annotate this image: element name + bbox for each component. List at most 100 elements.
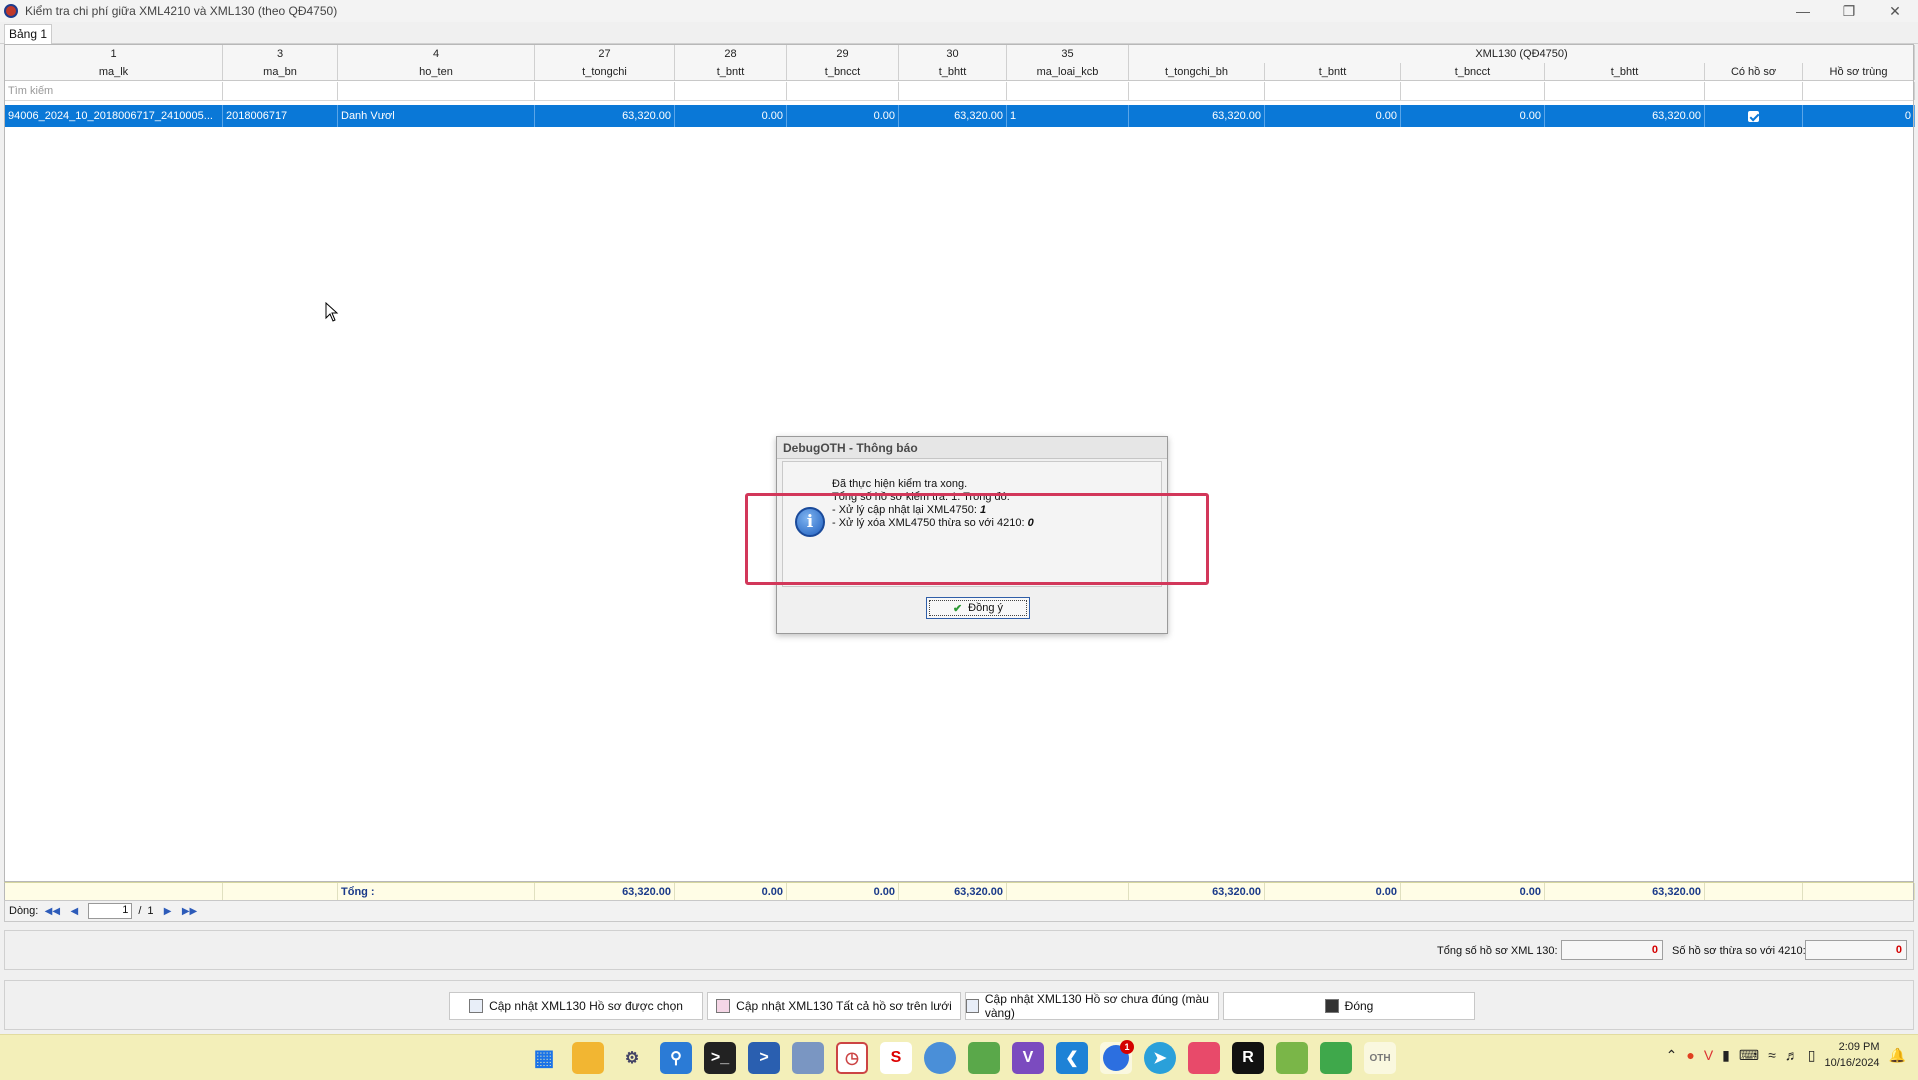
column-header[interactable]: t_bntt (1265, 63, 1401, 80)
search-cell[interactable] (1401, 82, 1545, 100)
search-cell[interactable] (338, 82, 535, 100)
restore-icon[interactable]: ❐ (1826, 0, 1872, 22)
column-header[interactable]: t_tongchi_bh (1129, 63, 1265, 80)
ok-button[interactable]: ✔ Đồng ý (926, 597, 1030, 619)
message-line-1: Đã thực hiện kiểm tra xong. (832, 478, 968, 490)
terminal-icon[interactable]: >_ (704, 1042, 736, 1074)
column-header[interactable]: ho_ten (338, 63, 535, 80)
wifi-icon[interactable]: ≈ (1768, 1047, 1776, 1063)
next-page-icon[interactable]: ▶ (160, 904, 176, 918)
cell-t-tongchi-bh[interactable]: 63,320.00 (1129, 105, 1265, 127)
red-s-app-icon[interactable]: S (880, 1042, 912, 1074)
zalo-icon[interactable]: 1 (1100, 1040, 1134, 1074)
vscode-icon[interactable]: ❮ (1056, 1042, 1088, 1074)
tab-bang-1[interactable]: Bảng 1 (4, 24, 53, 44)
page-input[interactable]: 1 (88, 903, 133, 919)
column-header[interactable]: Có hồ sơ (1705, 63, 1803, 80)
cell-t-bntt-130[interactable]: 0.00 (1265, 105, 1401, 127)
resource-monitor-icon[interactable] (792, 1042, 824, 1074)
message-line-4: - Xử lý xóa XML4750 thừa so với 4210: (832, 517, 1028, 529)
network-app-icon[interactable] (924, 1042, 956, 1074)
first-page-icon[interactable]: ◀◀ (44, 904, 60, 918)
prev-page-icon[interactable]: ◀ (66, 904, 82, 918)
table-row[interactable]: 94006_2024_10_2018006717_2410005... 2018… (5, 105, 1915, 127)
cell-ma-lk[interactable]: 94006_2024_10_2018006717_2410005... (5, 105, 223, 127)
last-page-icon[interactable]: ▶▶ (182, 904, 198, 918)
column-header[interactable]: t_bhtt (899, 63, 1007, 80)
column-header[interactable]: ma_lk (5, 63, 223, 80)
cell-t-bncct[interactable]: 0.00 (787, 105, 899, 127)
column-header[interactable]: t_bncct (787, 63, 899, 80)
search-cell[interactable] (787, 82, 899, 100)
column-header[interactable]: t_bhtt (1545, 63, 1705, 80)
checkbox-checked-icon[interactable] (1748, 110, 1759, 122)
total-t-bhtt-130: 63,320.00 (1545, 883, 1705, 900)
close-icon[interactable]: ✕ (1872, 0, 1918, 22)
keyboard-icon[interactable]: ⌨ (1739, 1047, 1759, 1064)
android-app-icon[interactable] (1276, 1042, 1308, 1074)
volume-icon[interactable]: ♬ (1785, 1047, 1799, 1063)
cell-t-tongchi[interactable]: 63,320.00 (535, 105, 675, 127)
chevron-up-icon[interactable]: ⌃ (1666, 1047, 1678, 1064)
rider-icon[interactable]: R (1232, 1042, 1264, 1074)
page-separator: / (138, 905, 142, 917)
search-cell[interactable] (1705, 82, 1803, 100)
battery-icon[interactable]: ▯ (1808, 1047, 1816, 1064)
totals-row: Tổng : 63,320.00 0.00 0.00 63,320.00 63,… (4, 882, 1915, 900)
column-header[interactable]: t_bntt (675, 63, 787, 80)
update-all-button[interactable]: Cập nhật XML130 Tất cả hồ sơ trên lưới (707, 992, 961, 1020)
battery-device-icon[interactable]: ▮ (1722, 1047, 1730, 1064)
search-input[interactable]: Tìm kiếm (5, 82, 223, 100)
color-app-icon[interactable] (1188, 1042, 1220, 1074)
cell-t-bncct-130[interactable]: 0.00 (1401, 105, 1545, 127)
column-header-row: ma_lk ma_bn ho_ten t_tongchi t_bntt t_bn… (5, 63, 1915, 81)
green-hex-icon[interactable] (1320, 1042, 1352, 1074)
search-cell[interactable] (899, 82, 1007, 100)
oth-app-icon[interactable]: OTH (1364, 1042, 1396, 1074)
search-cell[interactable] (1129, 82, 1265, 100)
column-header[interactable]: t_tongchi (535, 63, 675, 80)
cell-t-bhtt-130[interactable]: 63,320.00 (1545, 105, 1705, 127)
notification-bell-icon[interactable]: 🔔 (1889, 1047, 1906, 1064)
extra-records-label: Số hồ sơ thừa so với 4210: (1672, 945, 1806, 957)
clock-app-icon[interactable]: ◷ (836, 1042, 868, 1074)
telegram-icon[interactable]: ➤ (1144, 1042, 1176, 1074)
search-cell[interactable] (675, 82, 787, 100)
search-cell[interactable] (1007, 82, 1129, 100)
search-cell[interactable] (223, 82, 338, 100)
column-header[interactable]: ma_loai_kcb (1007, 63, 1129, 80)
search-cell[interactable] (1803, 82, 1915, 100)
search-row[interactable]: Tìm kiếm (5, 82, 1915, 101)
cell-t-bntt[interactable]: 0.00 (675, 105, 787, 127)
update-all-icon (716, 999, 731, 1013)
column-header[interactable]: t_bncct (1401, 63, 1545, 80)
column-header[interactable]: Hồ sơ trùng (1803, 63, 1915, 80)
file-explorer-icon[interactable] (572, 1042, 604, 1074)
cell-ma-bn[interactable]: 2018006717 (223, 105, 338, 127)
close-button[interactable]: Đóng (1223, 992, 1475, 1020)
notepad-app-icon[interactable] (968, 1042, 1000, 1074)
powershell-icon[interactable]: > (748, 1042, 780, 1074)
total-cell (1007, 883, 1129, 900)
cell-ho-so-trung[interactable]: 0 (1803, 105, 1915, 127)
update-selected-button[interactable]: Cập nhật XML130 Hồ sơ được chọn (449, 992, 703, 1020)
cell-t-bhtt[interactable]: 63,320.00 (899, 105, 1007, 127)
search-cell[interactable] (1545, 82, 1705, 100)
cell-ho-ten[interactable]: Danh Vươl (338, 105, 535, 127)
search-app-icon[interactable]: ⚲ (660, 1042, 692, 1074)
group-header: 4 (338, 45, 535, 63)
chrome-icon[interactable]: ● (1686, 1047, 1694, 1063)
column-header[interactable]: ma_bn (223, 63, 338, 80)
search-cell[interactable] (535, 82, 675, 100)
settings-gear-icon[interactable]: ⚙ (616, 1042, 648, 1074)
windows-start-icon[interactable]: ▦ (528, 1042, 560, 1074)
cell-co-ho-so[interactable] (1705, 105, 1803, 127)
visual-studio-icon[interactable]: V (1012, 1042, 1044, 1074)
clock-time: 2:09 PM (1838, 1041, 1880, 1053)
clock[interactable]: 2:09 PM 10/16/2024 (1825, 1039, 1880, 1071)
minimize-icon[interactable]: — (1780, 0, 1826, 22)
update-incorrect-button[interactable]: Cập nhật XML130 Hồ sơ chưa đúng (màu vàn… (965, 992, 1219, 1020)
cell-ma-loai-kcb[interactable]: 1 (1007, 105, 1129, 127)
search-cell[interactable] (1265, 82, 1401, 100)
vivaldi-icon[interactable]: V (1704, 1047, 1713, 1063)
